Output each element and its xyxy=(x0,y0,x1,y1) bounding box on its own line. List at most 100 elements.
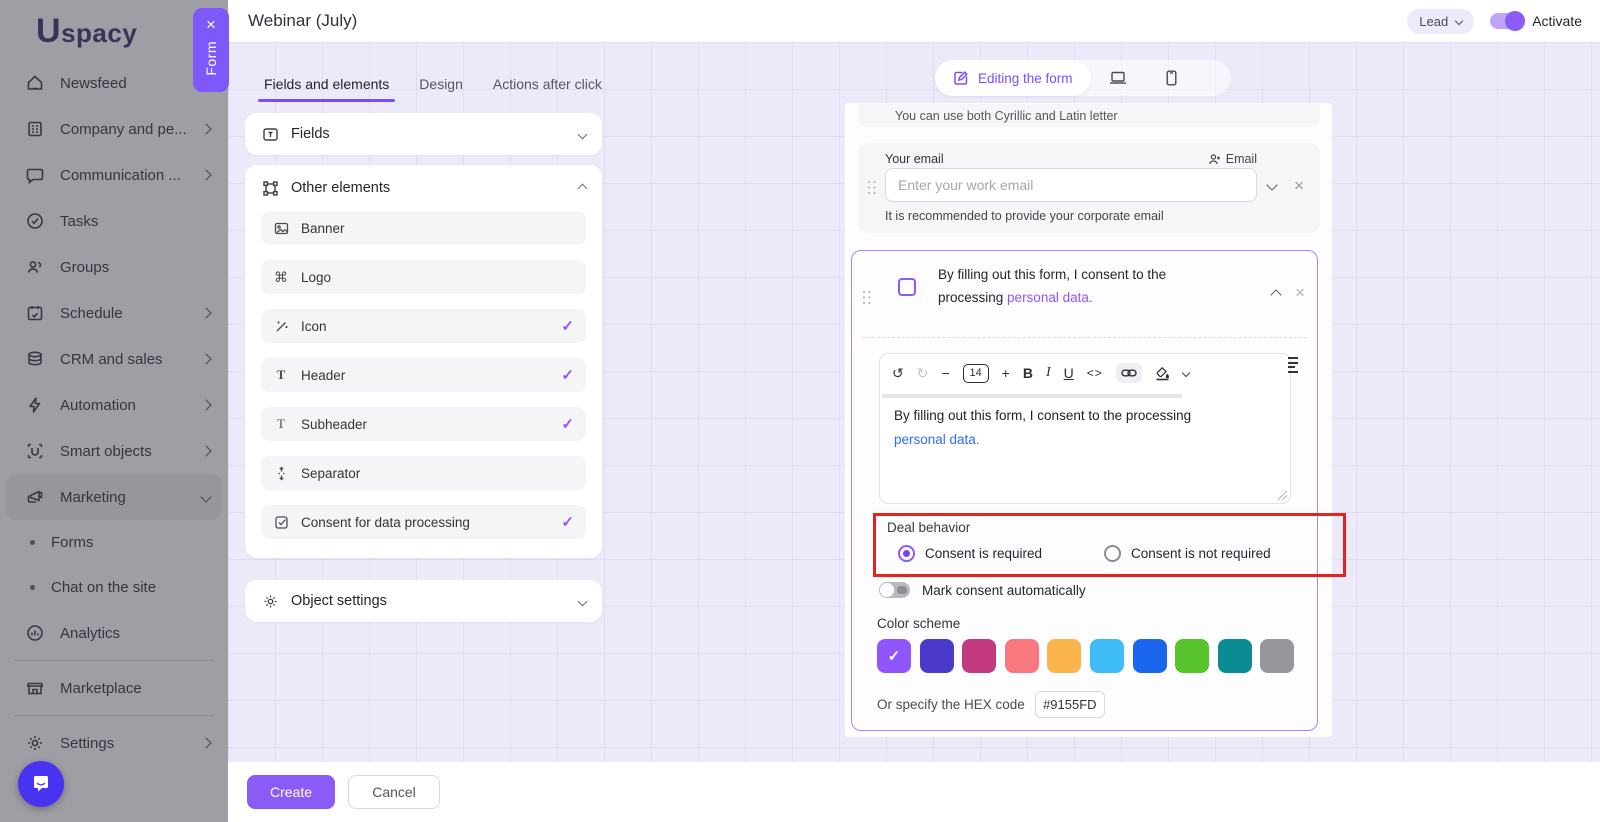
hex-code-row: Or specify the HEX code xyxy=(877,691,1105,718)
mark-consent-toggle[interactable] xyxy=(879,582,910,598)
field-helper-strip: You can use both Cyrillic and Latin lett… xyxy=(858,104,1320,127)
radio-consent-not-required[interactable]: Consent is not required xyxy=(1104,545,1271,562)
object-settings-label: Object settings xyxy=(291,593,387,609)
person-plus-icon xyxy=(1208,153,1221,166)
tab-actions-after-click[interactable]: Actions after click xyxy=(493,76,602,102)
color-swatch[interactable] xyxy=(1218,639,1252,673)
redo-icon[interactable]: ↻ xyxy=(917,366,929,380)
element-item-separator[interactable]: Separator xyxy=(261,456,586,490)
color-swatch[interactable] xyxy=(1090,639,1124,673)
mark-consent-row: Mark consent automatically xyxy=(879,582,1086,598)
view-edit-form[interactable]: Editing the form xyxy=(935,60,1091,96)
link-icon[interactable] xyxy=(1116,363,1142,383)
field-helper-text: You can use both Cyrillic and Latin lett… xyxy=(895,109,1118,123)
color-swatch[interactable] xyxy=(1260,639,1294,673)
entity-select[interactable]: Lead xyxy=(1407,9,1474,34)
form-tab-label: Form xyxy=(203,41,219,76)
collapse-chevron-up-icon[interactable] xyxy=(1270,289,1281,300)
highlight-color-icon[interactable] xyxy=(1155,366,1170,381)
form-drawer-tab[interactable]: × Form xyxy=(193,8,229,92)
underline-icon[interactable]: U xyxy=(1064,366,1074,380)
activate-toggle[interactable] xyxy=(1490,13,1524,29)
laptop-icon xyxy=(1109,71,1127,85)
email-input[interactable] xyxy=(885,168,1257,202)
mark-consent-label: Mark consent automatically xyxy=(922,583,1086,598)
check-icon: ✓ xyxy=(888,647,901,665)
collapse-chevron-icon[interactable] xyxy=(1266,179,1277,190)
font-size-value[interactable]: 14 xyxy=(963,364,989,383)
element-item-consent[interactable]: Consent for data processing ✓ xyxy=(261,505,586,539)
personal-data-link[interactable]: personal data. xyxy=(1007,290,1093,305)
hex-code-label: Or specify the HEX code xyxy=(877,697,1025,712)
italic-icon[interactable]: I xyxy=(1046,366,1051,380)
chevron-down-icon[interactable] xyxy=(1182,369,1190,377)
close-icon[interactable]: × xyxy=(206,16,216,33)
fields-accordion[interactable]: Fields xyxy=(245,113,602,155)
chevron-down-icon xyxy=(1455,17,1463,25)
color-swatches: ✓ xyxy=(877,639,1294,673)
checkbox-icon xyxy=(273,514,289,530)
tab-design[interactable]: Design xyxy=(419,76,463,102)
color-swatch[interactable] xyxy=(1047,639,1081,673)
chevron-up-icon xyxy=(578,183,588,193)
view-mobile-button[interactable] xyxy=(1145,70,1199,86)
drag-handle-icon[interactable] xyxy=(868,181,876,195)
other-elements-header[interactable]: Other elements xyxy=(245,165,602,211)
bold-icon[interactable]: B xyxy=(1023,366,1033,380)
create-button[interactable]: Create xyxy=(247,775,335,809)
remove-block-icon[interactable]: × xyxy=(1295,283,1305,303)
toolbar-scrollbar[interactable] xyxy=(882,394,1182,398)
element-item-subheader[interactable]: T Subheader ✓ xyxy=(261,407,586,441)
radio-consent-required[interactable]: Consent is required xyxy=(898,545,1042,562)
other-elements-label: Other elements xyxy=(291,180,390,196)
gear-icon xyxy=(261,592,279,610)
field-input-icon xyxy=(261,125,279,143)
consent-block-selected[interactable]: By filling out this form, I consent to t… xyxy=(851,250,1318,731)
chevron-down-icon xyxy=(578,596,588,606)
consent-checkbox[interactable] xyxy=(898,278,916,296)
color-swatch-selected[interactable]: ✓ xyxy=(877,639,911,673)
radio-unselected-icon[interactable] xyxy=(1104,545,1121,562)
lines-menu-icon[interactable] xyxy=(1288,357,1298,375)
code-icon[interactable]: <> xyxy=(1087,367,1103,379)
fields-accordion-label: Fields xyxy=(291,126,330,142)
email-field-label: Your email xyxy=(885,152,944,166)
support-chat-button[interactable] xyxy=(18,761,64,807)
editor-personal-data-link[interactable]: personal data. xyxy=(894,432,980,447)
magic-wand-icon xyxy=(273,318,289,334)
email-field-block[interactable]: Your email Email It is recommended to pr… xyxy=(858,143,1320,233)
color-swatch[interactable] xyxy=(1175,639,1209,673)
check-icon: ✓ xyxy=(561,415,574,433)
font-larger-icon[interactable]: + xyxy=(1002,366,1010,380)
element-item-icon[interactable]: Icon ✓ xyxy=(261,309,586,343)
object-settings-accordion[interactable]: Object settings xyxy=(245,580,602,622)
tab-fields-and-elements[interactable]: Fields and elements xyxy=(264,76,389,102)
other-elements-accordion: Other elements Banner ⌘ Logo Icon ✓ T He… xyxy=(245,165,602,558)
hex-code-input[interactable] xyxy=(1035,691,1105,718)
view-desktop-button[interactable] xyxy=(1091,71,1145,85)
element-item-logo[interactable]: ⌘ Logo xyxy=(261,260,586,294)
modal-dim-overlay xyxy=(0,0,228,822)
remove-field-icon[interactable]: × xyxy=(1294,176,1304,196)
color-swatch[interactable] xyxy=(1005,639,1039,673)
separator-icon xyxy=(273,465,289,481)
highlight-annotation-box: Deal behavior Consent is required Consen… xyxy=(873,513,1346,577)
cancel-button[interactable]: Cancel xyxy=(348,775,440,809)
sidebar: UUspacyspacy Newsfeed Company and pe... … xyxy=(0,0,228,822)
resize-handle-icon[interactable] xyxy=(1278,491,1287,500)
color-swatch[interactable] xyxy=(1133,639,1167,673)
radio-selected-icon[interactable] xyxy=(898,545,915,562)
command-icon: ⌘ xyxy=(273,269,289,285)
editor-content[interactable]: By filling out this form, I consent to t… xyxy=(894,404,1191,452)
color-swatch[interactable] xyxy=(962,639,996,673)
consent-text: By filling out this form, I consent to t… xyxy=(938,263,1238,309)
element-item-header[interactable]: T Header ✓ xyxy=(261,358,586,392)
font-smaller-icon[interactable]: − xyxy=(941,366,949,380)
drag-handle-icon[interactable] xyxy=(863,291,871,305)
vector-frame-icon xyxy=(261,179,279,197)
element-item-banner[interactable]: Banner xyxy=(261,211,586,245)
activate-label: Activate xyxy=(1532,13,1582,29)
rich-text-editor[interactable]: ↺ ↻ − 14 + B I U <> xyxy=(879,353,1291,504)
color-swatch[interactable] xyxy=(920,639,954,673)
undo-icon[interactable]: ↺ xyxy=(892,366,904,380)
